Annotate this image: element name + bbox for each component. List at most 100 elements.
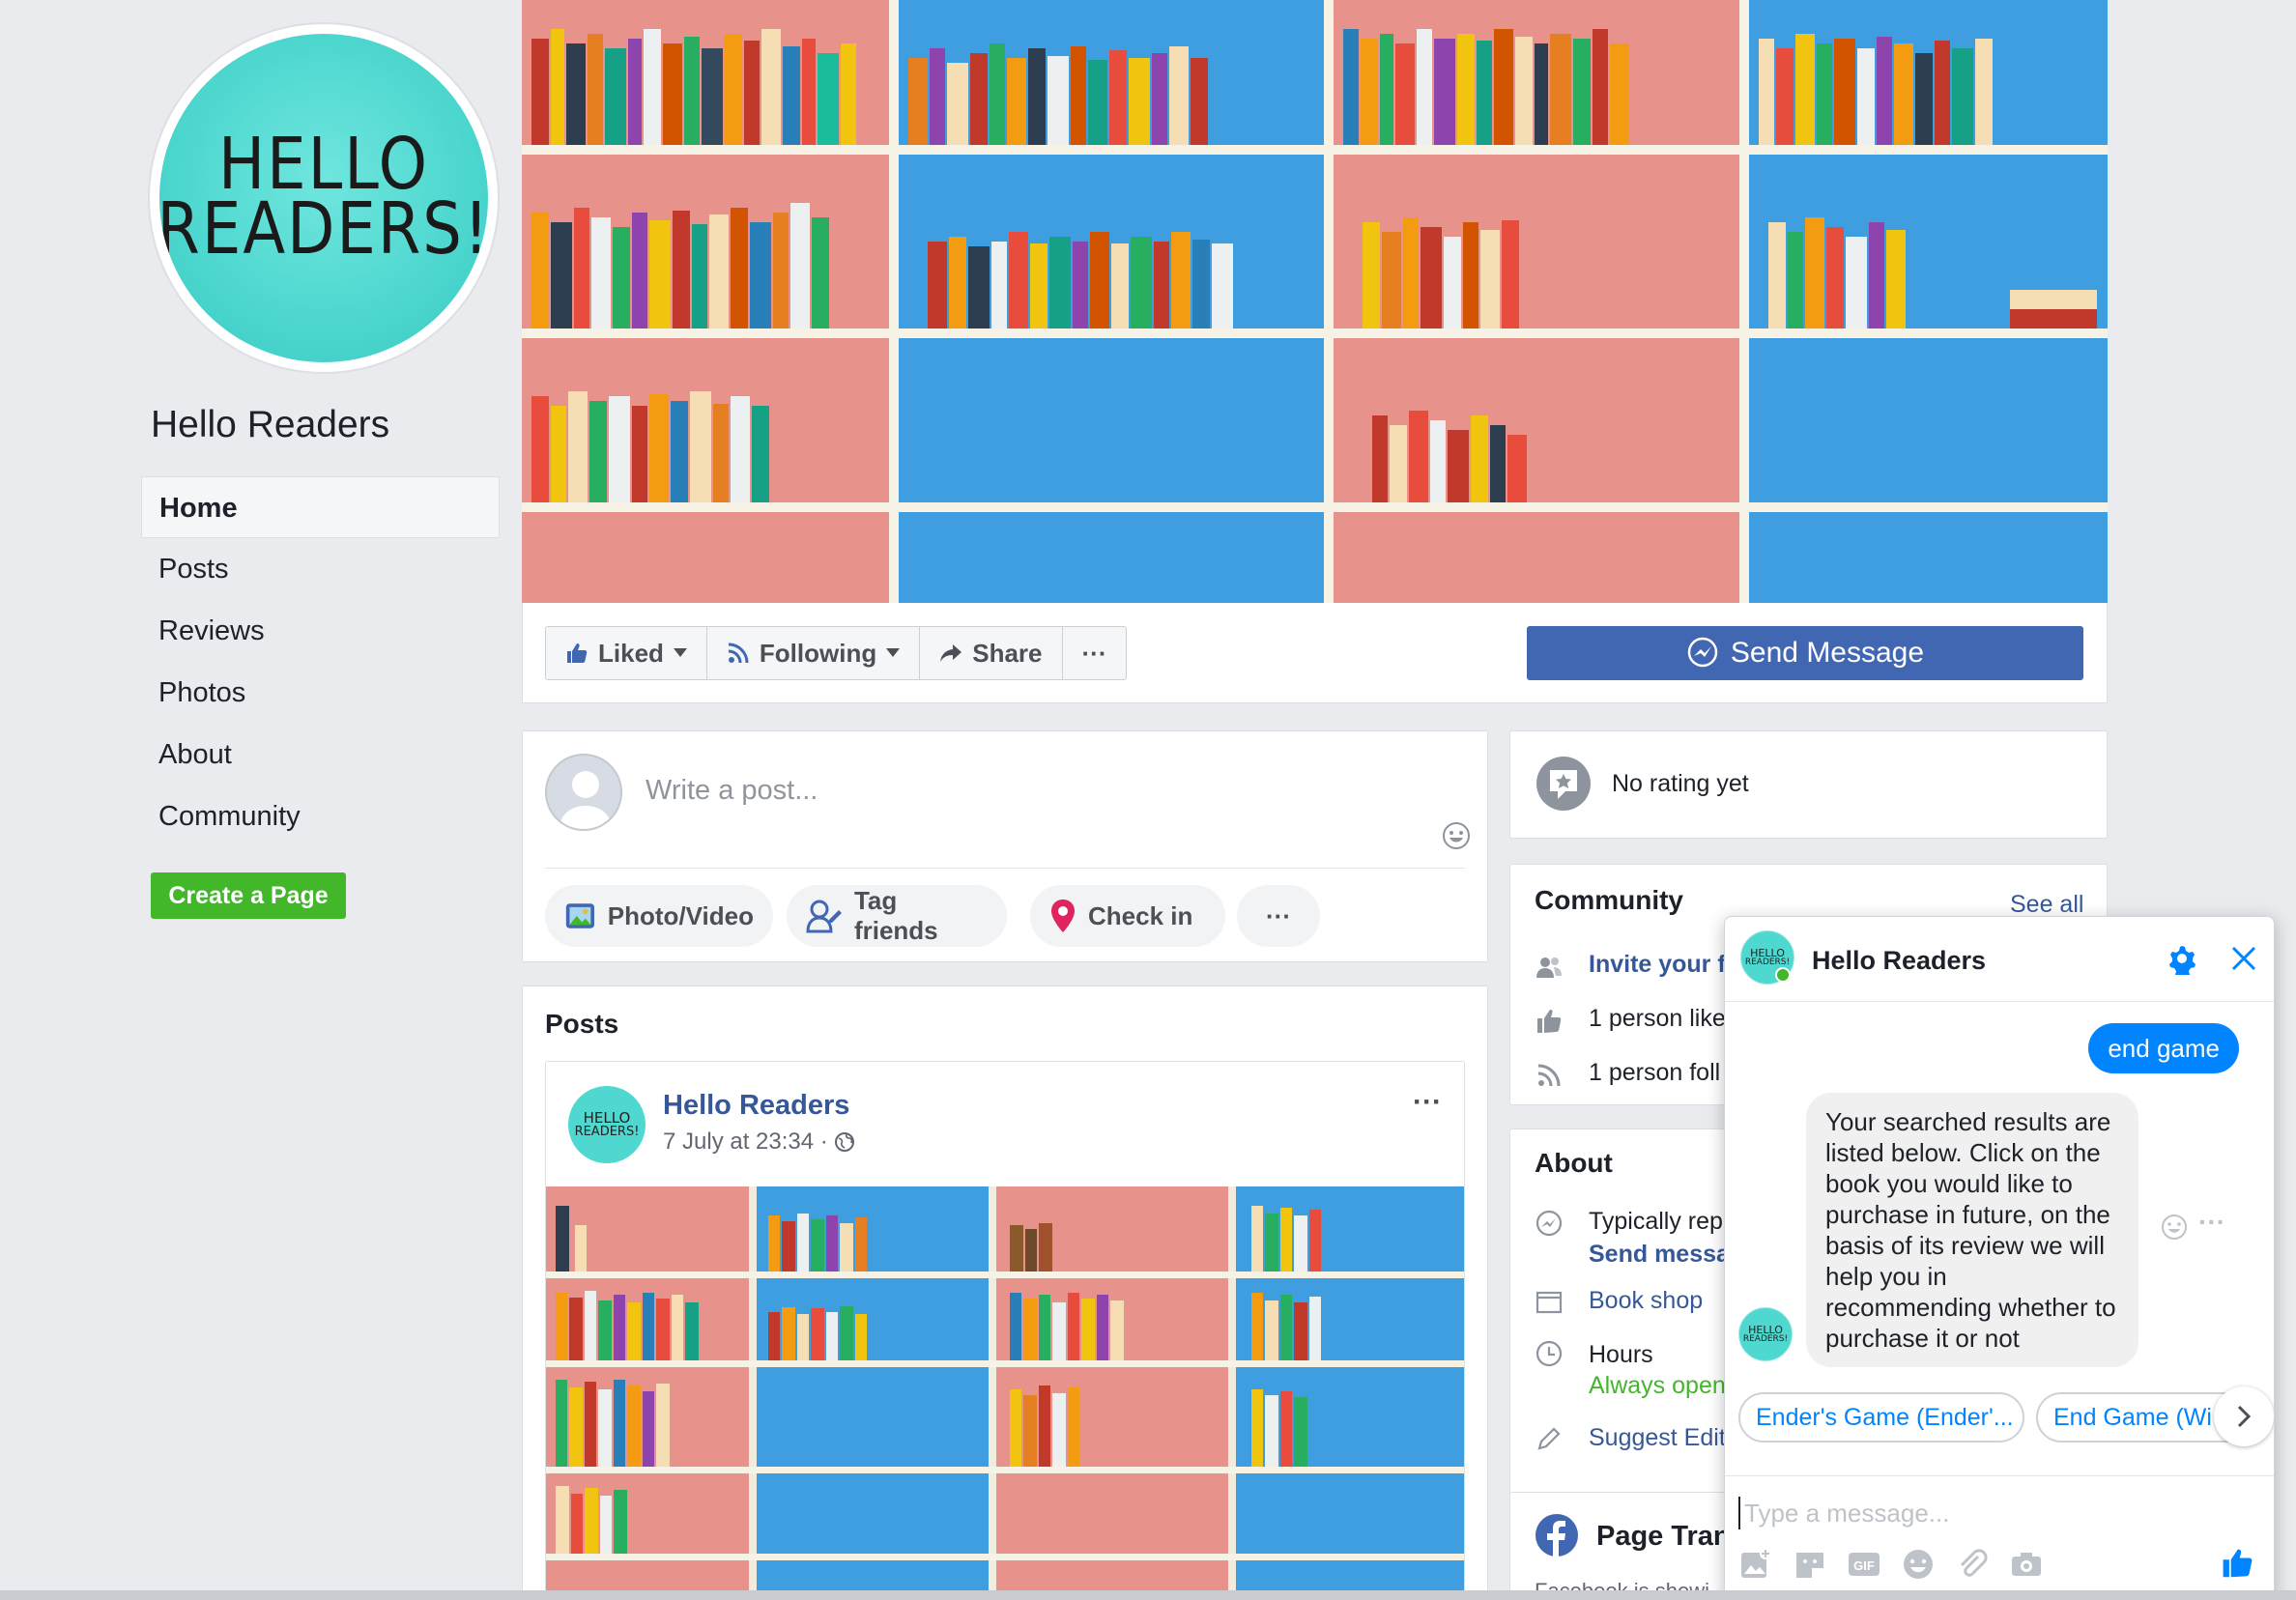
post-time-text: 7 July at 23:34 ·	[663, 1129, 828, 1155]
quick-replies-next-button[interactable]	[2214, 1386, 2274, 1446]
rating-status: No rating yet	[1612, 770, 1749, 797]
pencil-icon	[1537, 1427, 1561, 1450]
about-send-message-link[interactable]: Send messa	[1589, 1241, 1730, 1269]
chevron-down-icon	[673, 648, 687, 657]
messenger-chat-window: HELLO READERS! Hello Readers end game HE…	[1724, 916, 2275, 1600]
invite-friends-link[interactable]: Invite your f	[1589, 951, 1726, 979]
add-photo-icon[interactable]	[1738, 1547, 1773, 1582]
tag-friends-icon	[806, 900, 842, 933]
user-avatar	[545, 754, 622, 831]
thumbs-up-send-icon[interactable]	[2220, 1545, 2254, 1580]
post-options-button[interactable]: ···	[1413, 1086, 1442, 1119]
messenger-icon	[1687, 637, 1718, 668]
photo-video-label: Photo/Video	[607, 900, 754, 930]
chat-avatar-line2: READERS!	[1744, 957, 1791, 967]
divider	[545, 868, 1465, 869]
more-dots-icon: ···	[1081, 638, 1107, 668]
quick-reply-end-game[interactable]: End Game (Wi	[2036, 1392, 2229, 1443]
clock-icon	[1535, 1340, 1563, 1367]
see-all-link[interactable]: See all	[2010, 891, 2083, 919]
page-title[interactable]: Hello Readers	[151, 404, 389, 446]
suggest-edits-link[interactable]: Suggest Edit	[1589, 1424, 1726, 1452]
nav-item-community[interactable]: Community	[141, 786, 500, 847]
nav-item-reviews[interactable]: Reviews	[141, 600, 500, 662]
rating-star-icon	[1536, 757, 1591, 811]
avatar-logo-line2: READERS!	[574, 1125, 640, 1139]
emoji-icon[interactable]	[1442, 821, 1471, 850]
quick-reply-enders-game[interactable]: Ender's Game (Ender'...	[1738, 1392, 2024, 1443]
bookshelf-post-image	[546, 1186, 1464, 1600]
photo-video-button[interactable]: Photo/Video	[545, 885, 773, 947]
gear-icon[interactable]	[2166, 942, 2198, 975]
page-nav: Home Posts Reviews Photos About Communit…	[141, 476, 500, 847]
rss-icon	[728, 643, 749, 664]
check-in-button[interactable]: Check in	[1030, 885, 1225, 947]
chevron-right-icon	[2237, 1405, 2252, 1428]
community-title: Community	[1535, 885, 1683, 915]
tag-friends-button[interactable]: Tag friends	[787, 885, 1007, 947]
always-open-status: Always open	[1589, 1372, 1726, 1399]
create-page-button[interactable]: Create a Page	[151, 872, 346, 919]
posts-section-title: Posts	[545, 1009, 619, 1039]
photo-icon	[565, 903, 594, 929]
close-icon[interactable]	[2229, 944, 2258, 973]
bookshelf-cover-image	[522, 0, 2108, 603]
likes-count[interactable]: 1 person like	[1589, 1005, 1726, 1033]
post-timestamp[interactable]: 7 July at 23:34 ·	[663, 1129, 855, 1156]
share-arrow-icon	[940, 644, 962, 662]
share-label: Share	[972, 638, 1043, 668]
window-bottom-edge	[0, 1590, 2296, 1600]
message-options-icon[interactable]: ···	[2198, 1207, 2225, 1238]
tag-friends-label: Tag friends	[853, 886, 938, 945]
more-composer-button[interactable]: ···	[1237, 885, 1320, 947]
send-message-button[interactable]: Send Message	[1527, 626, 2083, 680]
check-in-label: Check in	[1088, 900, 1193, 930]
cover-photo[interactable]	[522, 0, 2108, 603]
more-dots-icon: ···	[1266, 900, 1291, 930]
svg-text:GIF: GIF	[1853, 1558, 1875, 1573]
gif-icon[interactable]: GIF	[1847, 1547, 1881, 1582]
nav-item-photos[interactable]: Photos	[141, 662, 500, 724]
profile-picture[interactable]: HELLO READERS!	[159, 34, 488, 362]
liked-button[interactable]: Liked	[546, 627, 707, 679]
sticker-icon[interactable]	[1793, 1547, 1827, 1582]
rating-card	[1509, 730, 2108, 839]
emoji-icon[interactable]	[1901, 1547, 1936, 1582]
chat-header[interactable]: HELLO READERS! Hello Readers	[1725, 917, 2274, 1002]
logo-text-line2: READERS!	[159, 188, 488, 271]
category-link[interactable]: Book shop	[1589, 1287, 1703, 1315]
thumbs-up-icon	[1537, 1010, 1562, 1033]
more-actions-button[interactable]: ···	[1063, 627, 1127, 679]
follows-count[interactable]: 1 person foll	[1589, 1059, 1720, 1087]
bot-avatar: HELLO READERS!	[1738, 1307, 1793, 1361]
response-time: Typically rep	[1589, 1208, 1723, 1235]
page-transparency-title: Page Tran	[1596, 1521, 1731, 1552]
page-action-buttons: Liked Following Share ···	[545, 626, 1128, 680]
attachment-icon[interactable]	[1955, 1547, 1990, 1582]
write-post-input[interactable]: Write a post...	[646, 775, 818, 807]
post-image[interactable]	[546, 1186, 1464, 1600]
liked-label: Liked	[598, 638, 664, 668]
bot-message-bubble[interactable]: Your searched results are listed below. …	[1806, 1093, 2138, 1367]
invite-friends-icon	[1536, 957, 1562, 978]
message-input[interactable]: Type a message...	[1738, 1497, 1949, 1529]
send-message-label: Send Message	[1730, 637, 1925, 669]
user-message-bubble[interactable]: end game	[2088, 1023, 2239, 1073]
camera-icon[interactable]	[2009, 1547, 2044, 1582]
bot-avatar-line2: READERS!	[1742, 1334, 1789, 1344]
avatar-logo-line1: HELLO	[583, 1109, 631, 1127]
nav-item-home[interactable]: Home	[141, 476, 500, 538]
shop-icon	[1535, 1291, 1563, 1314]
location-pin-icon	[1051, 900, 1075, 932]
chevron-down-icon	[886, 648, 901, 657]
following-button[interactable]: Following	[707, 627, 921, 679]
post-author-name[interactable]: Hello Readers	[663, 1090, 849, 1122]
facebook-logo-icon	[1535, 1514, 1578, 1557]
post-author-avatar[interactable]: HELLO READERS!	[568, 1086, 646, 1163]
react-emoji-icon[interactable]	[2160, 1213, 2189, 1242]
chat-title[interactable]: Hello Readers	[1812, 946, 1986, 976]
nav-item-about[interactable]: About	[141, 724, 500, 786]
hours-label: Hours	[1589, 1341, 1653, 1368]
share-button[interactable]: Share	[920, 627, 1063, 679]
nav-item-posts[interactable]: Posts	[141, 538, 500, 600]
